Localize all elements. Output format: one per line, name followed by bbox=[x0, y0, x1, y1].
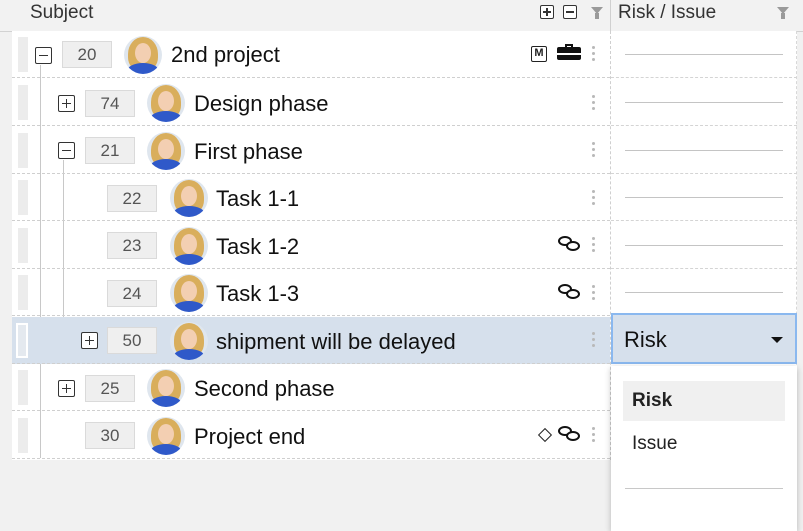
row-subject[interactable]: First phase bbox=[194, 139, 303, 165]
row-menu-icon[interactable] bbox=[592, 332, 595, 350]
row-subject[interactable]: Second phase bbox=[194, 376, 335, 402]
row-menu-icon[interactable] bbox=[592, 95, 595, 113]
collapse-toggle-icon[interactable] bbox=[35, 47, 52, 64]
row-id: 20 bbox=[62, 41, 112, 68]
drag-handle[interactable] bbox=[18, 370, 28, 405]
subject-column-header[interactable]: Subject bbox=[30, 2, 93, 24]
row-subject[interactable]: Task 1-1 bbox=[216, 186, 299, 212]
row-id: 25 bbox=[85, 375, 135, 402]
avatar bbox=[170, 274, 208, 312]
comments-icon[interactable] bbox=[558, 426, 582, 444]
row-subject[interactable]: Project end bbox=[194, 424, 305, 450]
row-subject[interactable]: shipment will be delayed bbox=[216, 329, 456, 355]
risk-issue-select[interactable]: Risk bbox=[611, 313, 797, 364]
table-row[interactable] bbox=[12, 269, 610, 316]
comments-icon[interactable] bbox=[558, 236, 582, 254]
row-id: 23 bbox=[107, 232, 157, 259]
grid-header: Subject Risk / Issue bbox=[0, 0, 803, 32]
option-empty[interactable] bbox=[625, 488, 783, 489]
row-id: 74 bbox=[85, 90, 135, 117]
row-id: 24 bbox=[107, 280, 157, 307]
m-icon: M bbox=[531, 46, 547, 62]
avatar bbox=[170, 179, 208, 217]
risk-issue-filter-icon[interactable] bbox=[777, 7, 789, 19]
risk-issue-cell[interactable] bbox=[611, 79, 797, 126]
expand-toggle-icon[interactable] bbox=[58, 95, 75, 112]
row-menu-icon[interactable] bbox=[592, 427, 595, 445]
expand-toggle-icon[interactable] bbox=[58, 380, 75, 397]
option-issue[interactable]: Issue bbox=[623, 424, 785, 464]
risk-issue-cell[interactable] bbox=[611, 174, 797, 221]
drag-handle[interactable] bbox=[18, 37, 28, 72]
avatar bbox=[124, 36, 162, 74]
risk-issue-dropdown: Risk Issue bbox=[611, 366, 797, 531]
risk-issue-cell[interactable] bbox=[611, 31, 797, 78]
drag-handle[interactable] bbox=[18, 180, 28, 215]
row-subject[interactable]: Task 1-2 bbox=[216, 234, 299, 260]
collapse-toggle-icon[interactable] bbox=[58, 142, 75, 159]
row-subject[interactable]: Task 1-3 bbox=[216, 281, 299, 307]
row-menu-icon[interactable] bbox=[592, 190, 595, 208]
row-id: 30 bbox=[85, 422, 135, 449]
briefcase-icon bbox=[557, 44, 581, 60]
drag-handle[interactable] bbox=[16, 323, 28, 358]
comments-icon[interactable] bbox=[558, 284, 582, 302]
row-menu-icon[interactable] bbox=[592, 46, 595, 64]
row-menu-icon[interactable] bbox=[592, 237, 595, 255]
option-risk[interactable]: Risk bbox=[623, 381, 785, 421]
expand-all-icon[interactable] bbox=[540, 5, 554, 19]
collapse-all-icon[interactable] bbox=[563, 5, 577, 19]
column-divider[interactable] bbox=[610, 0, 611, 31]
row-menu-icon[interactable] bbox=[592, 142, 595, 160]
avatar bbox=[170, 322, 208, 360]
avatar bbox=[147, 84, 185, 122]
risk-issue-cell[interactable] bbox=[611, 127, 797, 174]
row-subject[interactable]: 2nd project bbox=[171, 42, 280, 68]
row-id: 22 bbox=[107, 185, 157, 212]
row-subject[interactable]: Design phase bbox=[194, 91, 329, 117]
risk-issue-cell[interactable] bbox=[611, 269, 797, 316]
avatar bbox=[147, 132, 185, 170]
risk-issue-select-value: Risk bbox=[624, 327, 667, 352]
row-id: 21 bbox=[85, 137, 135, 164]
drag-handle[interactable] bbox=[18, 418, 28, 453]
expand-toggle-icon[interactable] bbox=[81, 332, 98, 349]
row-id: 50 bbox=[107, 327, 157, 354]
risk-issue-column-header[interactable]: Risk / Issue bbox=[618, 2, 716, 24]
drag-handle[interactable] bbox=[18, 133, 28, 168]
drag-handle[interactable] bbox=[18, 228, 28, 263]
chevron-down-icon[interactable] bbox=[771, 337, 783, 343]
risk-issue-cell[interactable] bbox=[611, 222, 797, 269]
row-menu-icon[interactable] bbox=[592, 285, 595, 303]
drag-handle[interactable] bbox=[18, 275, 28, 310]
avatar bbox=[147, 417, 185, 455]
avatar bbox=[147, 369, 185, 407]
avatar bbox=[170, 227, 208, 265]
table-row[interactable] bbox=[12, 174, 610, 221]
drag-handle[interactable] bbox=[18, 85, 28, 120]
table-row[interactable] bbox=[12, 222, 610, 269]
subject-filter-icon[interactable] bbox=[591, 7, 603, 19]
